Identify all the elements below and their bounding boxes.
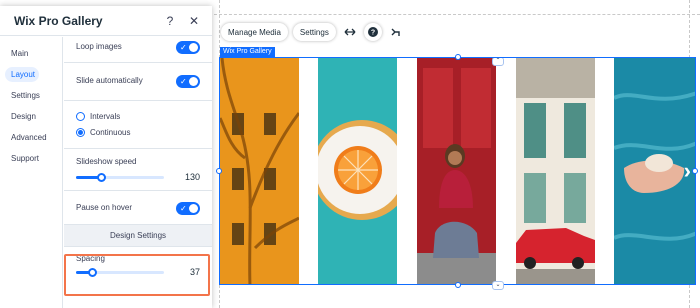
gallery-toolbar: Manage Media Settings ? (221, 23, 410, 41)
check-icon: ✓ (180, 204, 187, 213)
loop-images-label: Loop images (76, 42, 122, 51)
check-icon: ✓ (180, 77, 187, 86)
guide-line-horizontal (214, 14, 700, 15)
slide-automatically-toggle[interactable]: ✓ (176, 75, 200, 88)
slideshow-speed-slider[interactable] (76, 173, 164, 182)
pause-on-hover-toggle[interactable]: ✓ (176, 202, 200, 215)
help-icon[interactable]: ? (363, 23, 382, 41)
slide-mode-row: Intervals Continuous (64, 101, 212, 149)
stretch-icon[interactable] (340, 23, 359, 41)
animation-icon[interactable] (386, 23, 405, 41)
editor-stage: Manage Media Settings ? Wix Pro Gallery (0, 0, 700, 308)
resize-handle-bottom[interactable] (455, 282, 461, 288)
gallery-settings-panel: Wix Pro Gallery ? ✕ Main Layout Settings… (0, 6, 212, 308)
spacing-label: Spacing (76, 254, 105, 263)
panel-side-nav: Main Layout Settings Design Advanced Sup… (0, 37, 63, 308)
radio-continuous[interactable]: Continuous (76, 124, 200, 140)
slideshow-speed-row: Slideshow speed 130 (64, 149, 212, 191)
drag-handle-top-icon[interactable]: ⌃ (492, 58, 504, 66)
radio-circle (76, 127, 85, 137)
slideshow-speed-value[interactable]: 130 (185, 172, 200, 182)
spacing-slider[interactable] (76, 268, 164, 277)
radio-label: Continuous (90, 127, 131, 137)
slide-automatically-row: Slide automatically ✓ (64, 63, 212, 101)
radio-circle (76, 111, 85, 121)
check-icon: ✓ (180, 43, 187, 52)
slider-knob[interactable] (97, 173, 106, 182)
next-arrow-icon[interactable]: › (684, 158, 691, 184)
panel-content: Loop images ✓ Slide automatically ✓ Inte… (64, 37, 212, 308)
drag-handle-bottom-icon[interactable]: ⌄ (492, 281, 504, 290)
close-icon[interactable]: ✕ (186, 13, 202, 29)
settings-button[interactable]: Settings (292, 23, 336, 41)
design-settings-header: Design Settings (64, 225, 212, 247)
nav-item-main[interactable]: Main (5, 46, 58, 61)
nav-item-settings[interactable]: Settings (5, 88, 58, 103)
gallery-image-woman[interactable] (417, 58, 496, 284)
gallery-image-building[interactable] (220, 58, 299, 284)
nav-item-design[interactable]: Design (5, 109, 58, 124)
gallery-image-orange[interactable] (318, 58, 397, 284)
slide-automatically-label: Slide automatically (76, 76, 143, 85)
loop-images-row: Loop images ✓ (64, 37, 212, 63)
radio-label: Intervals (90, 111, 121, 121)
svg-text:?: ? (371, 30, 375, 37)
manage-media-button[interactable]: Manage Media (221, 23, 288, 41)
help-icon[interactable]: ? (162, 13, 178, 29)
spacing-row: Spacing 37 (64, 247, 212, 289)
slideshow-speed-label: Slideshow speed (76, 157, 137, 166)
resize-handle-right[interactable] (692, 168, 698, 174)
gallery-image-shell[interactable]: › (614, 58, 695, 284)
panel-title: Wix Pro Gallery (14, 13, 103, 28)
loop-images-toggle[interactable]: ✓ (176, 41, 200, 54)
spacing-value[interactable]: 37 (190, 267, 200, 277)
nav-item-support[interactable]: Support (5, 151, 58, 166)
radio-intervals[interactable]: Intervals (76, 108, 200, 124)
pause-on-hover-label: Pause on hover (76, 203, 133, 212)
nav-item-advanced[interactable]: Advanced (5, 130, 58, 145)
nav-item-layout[interactable]: Layout (5, 67, 39, 82)
gallery-image-street[interactable] (516, 58, 595, 284)
resize-handle-left[interactable] (216, 168, 222, 174)
resize-handle-top[interactable] (455, 54, 461, 60)
panel-header: Wix Pro Gallery ? ✕ (0, 6, 212, 36)
pro-gallery[interactable]: › ⌃ (219, 57, 696, 285)
gallery-name-tag: Wix Pro Gallery (220, 47, 275, 57)
pause-on-hover-row: Pause on hover ✓ (64, 191, 212, 225)
slider-knob[interactable] (88, 268, 97, 277)
